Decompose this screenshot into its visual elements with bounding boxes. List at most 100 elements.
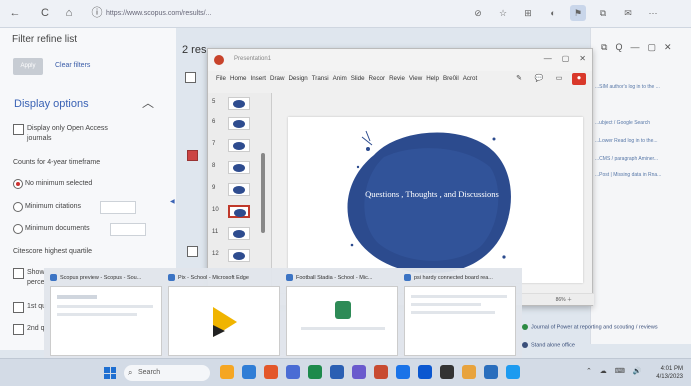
collections-icon[interactable]: ⧉ (595, 5, 611, 21)
tab-extra-1[interactable]: Bre0il (443, 75, 459, 87)
no-minimum-radio[interactable] (13, 179, 23, 189)
result-checkbox-3[interactable] (187, 246, 198, 257)
arrow-left-icon[interactable]: ◀ (170, 198, 175, 205)
zoom-level[interactable]: 86% ＋ (556, 296, 572, 303)
maximize-icon[interactable]: ▢ (647, 42, 656, 53)
first-quartile-checkbox[interactable] (13, 302, 24, 313)
side-link-journal[interactable]: Journal of Power at reporting and scouti… (522, 324, 658, 330)
slide-preview (228, 227, 250, 240)
result-link-1[interactable]: ...SIM author's log in to the ... (595, 84, 660, 90)
tab-design[interactable]: Design (288, 75, 307, 87)
windows-start-icon[interactable] (104, 367, 116, 379)
taskbar-search[interactable]: Search (124, 365, 210, 381)
link-status-icon (522, 342, 528, 348)
refresh-icon[interactable]: C (38, 6, 52, 20)
pinned-app-icon[interactable] (330, 365, 344, 379)
pinned-app-icon[interactable] (264, 365, 278, 379)
result-link-2[interactable]: ...ubject / Google Search (595, 120, 650, 126)
chevron-up-icon[interactable]: ︿ (142, 94, 154, 111)
pinned-app-icon[interactable] (484, 365, 498, 379)
clear-filters-link[interactable]: Clear filters (55, 62, 90, 69)
slide-thumbnail[interactable]: 12 (212, 247, 270, 265)
minimize-icon[interactable]: — (544, 54, 552, 63)
tab-actions-icon[interactable]: ⧉ (601, 42, 607, 53)
address-bar[interactable]: https://www.scopus.com/results/... (106, 7, 466, 21)
close-icon[interactable]: ✕ (579, 54, 586, 63)
window-preview-scopus[interactable]: Scopus preview - Scopus - Sou... (50, 274, 162, 356)
tab-view[interactable]: View (409, 75, 422, 87)
extension-icon-2[interactable]: ⊞ (520, 5, 536, 21)
taskbar-preview-strip: Scopus preview - Scopus - Sou... Pix - S… (44, 268, 522, 358)
extension-icon-3[interactable]: ◐ (545, 5, 561, 21)
min-documents-radio[interactable] (13, 224, 23, 234)
result-checkbox-1[interactable] (185, 72, 196, 83)
tab-slide-show[interactable]: Slide (351, 75, 365, 87)
tab-review[interactable]: Revie (389, 75, 405, 87)
tab-transitions[interactable]: Transi (312, 75, 329, 87)
slide-number: 5 (212, 99, 216, 105)
extension-icon-1[interactable]: ⊘ (470, 5, 486, 21)
slide-number: 12 (212, 251, 219, 257)
second-quartile-checkbox[interactable] (13, 324, 24, 335)
pen-icon[interactable]: ✎ (512, 73, 526, 85)
tab-draw[interactable]: Draw (270, 75, 284, 87)
tab-record[interactable]: Recor (369, 75, 386, 87)
thumbnail-scrollbar[interactable] (261, 153, 265, 233)
window-preview-pix[interactable]: Pix - School - Microsoft Edge (168, 274, 280, 356)
slide-number: 6 (212, 119, 216, 125)
pinned-app-icon[interactable] (418, 365, 432, 379)
back-icon[interactable]: ← (8, 6, 22, 20)
pinned-app-icon[interactable] (242, 365, 256, 379)
window-preview-board[interactable]: psi hardy connected board rea... (404, 274, 516, 356)
tab-insert[interactable]: Insert (251, 75, 266, 87)
slide-thumbnail[interactable]: 6 (212, 115, 270, 133)
more-icon[interactable]: ⋯ (645, 5, 661, 21)
result-link-4[interactable]: ...CMS / paragraph Aminer... (595, 156, 658, 162)
search-icon[interactable]: Q (615, 42, 622, 53)
pinned-app-icon[interactable] (506, 365, 520, 379)
pinned-app-icon[interactable] (462, 365, 476, 379)
mail-icon[interactable]: ✉ (620, 5, 636, 21)
slide-thumbnail[interactable]: 5 (212, 95, 270, 113)
side-link-office[interactable]: Stand alone office (522, 342, 575, 348)
result-link-3[interactable]: ...Lower Read log in to the... (595, 138, 658, 144)
maximize-icon[interactable]: ▢ (562, 54, 570, 63)
tab-extra-2[interactable]: Acrot (463, 75, 477, 87)
open-access-checkbox[interactable] (13, 124, 24, 135)
extension-icon-4[interactable]: ⚑ (570, 5, 586, 21)
slide-title-text[interactable]: Questions , Thoughts , and Discussions (364, 189, 500, 200)
close-icon[interactable]: ✕ (664, 42, 672, 53)
pinned-app-icon[interactable] (352, 365, 366, 379)
result-checkbox-2[interactable] (187, 150, 198, 161)
comment-icon[interactable]: 💬 (532, 73, 546, 85)
present-icon[interactable]: ▭ (552, 73, 566, 85)
record-button[interactable]: ⏺ (572, 73, 586, 85)
tab-help[interactable]: Help (426, 75, 439, 87)
system-tray-icons[interactable]: ⌃ ☁ ⌨ 🔊 (586, 367, 645, 375)
min-citations-input[interactable] (100, 201, 136, 214)
show-percentile-checkbox[interactable] (13, 268, 24, 279)
ppt-document-title: Presentation1 (234, 56, 272, 62)
pinned-app-icon[interactable] (396, 365, 410, 379)
window-preview-football[interactable]: Football Stadia - School - Mic... (286, 274, 398, 356)
slide-number: 9 (212, 185, 216, 191)
preview-label: Scopus preview - Scopus - Sou... (50, 274, 162, 281)
pinned-app-icon[interactable] (220, 365, 234, 379)
slide-canvas[interactable]: Questions , Thoughts , and Discussions (288, 117, 583, 283)
min-citations-radio[interactable] (13, 202, 23, 212)
apply-button[interactable]: Apply (13, 58, 43, 75)
tab-file[interactable]: File (216, 75, 226, 87)
tab-animations[interactable]: Anim (333, 75, 347, 87)
pinned-app-icon[interactable] (440, 365, 454, 379)
favorite-icon[interactable]: ☆ (495, 5, 511, 21)
pinned-app-icon[interactable] (286, 365, 300, 379)
pinned-app-icon[interactable] (308, 365, 322, 379)
result-link-5[interactable]: ...Post | Missing data in Rna... (595, 172, 661, 178)
tab-home[interactable]: Home (230, 75, 247, 87)
display-options-heading[interactable]: Display options (14, 98, 89, 110)
pinned-app-icon[interactable] (374, 365, 388, 379)
min-documents-input[interactable] (110, 223, 146, 236)
minimize-icon[interactable]: — (630, 42, 639, 53)
home-icon[interactable]: ⌂ (62, 6, 76, 20)
clock[interactable]: 4:01 PM 4/13/2023 (656, 365, 683, 381)
